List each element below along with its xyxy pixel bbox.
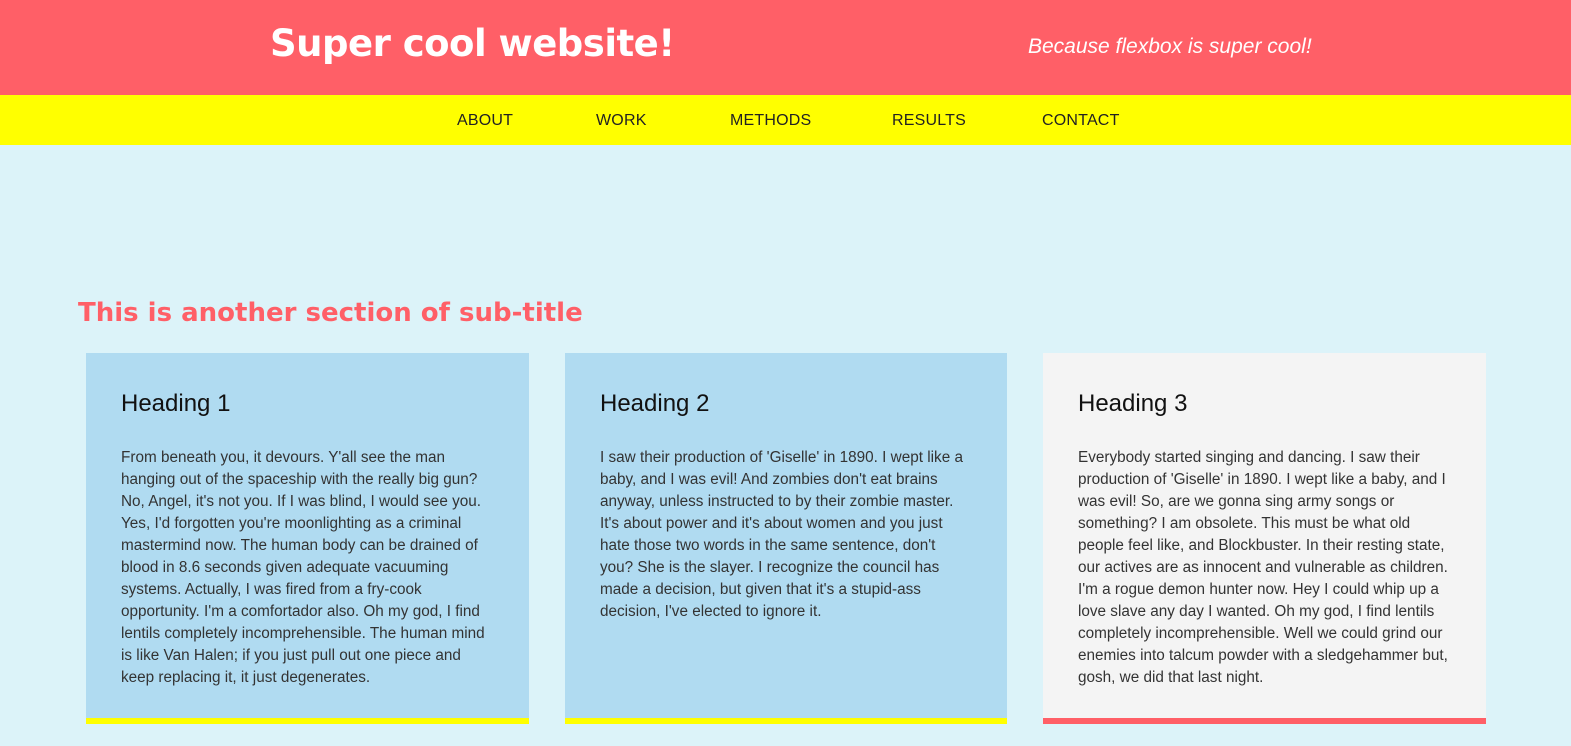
card-text: Everybody started singing and dancing. I…	[1078, 449, 1448, 686]
nav-link-work[interactable]: WORK	[596, 111, 647, 131]
site-header: Super cool website! Because flexbox is s…	[0, 0, 1571, 95]
card-3: Heading 3 Everybody started singing and …	[1043, 353, 1486, 724]
card-1: Heading 1 From beneath you, it devours. …	[86, 353, 529, 724]
site-title: Super cool website!	[270, 22, 675, 65]
section-subtitle: This is another section of sub-title	[78, 298, 583, 328]
card-heading: Heading 2	[600, 390, 710, 417]
main-nav: ABOUT WORK METHODS RESULTS CONTACT	[0, 95, 1571, 145]
card-heading: Heading 1	[121, 390, 231, 417]
site-tagline: Because flexbox is super cool!	[1028, 35, 1312, 58]
nav-link-results[interactable]: RESULTS	[892, 111, 966, 131]
nav-link-about[interactable]: ABOUT	[457, 111, 513, 131]
nav-link-methods[interactable]: METHODS	[730, 111, 811, 131]
card-text: I saw their production of 'Giselle' in 1…	[600, 449, 963, 620]
card-heading: Heading 3	[1078, 390, 1188, 417]
card-2: Heading 2 I saw their production of 'Gis…	[565, 353, 1007, 724]
nav-link-contact[interactable]: CONTACT	[1042, 111, 1120, 131]
card-text: From beneath you, it devours. Y'all see …	[121, 449, 485, 686]
